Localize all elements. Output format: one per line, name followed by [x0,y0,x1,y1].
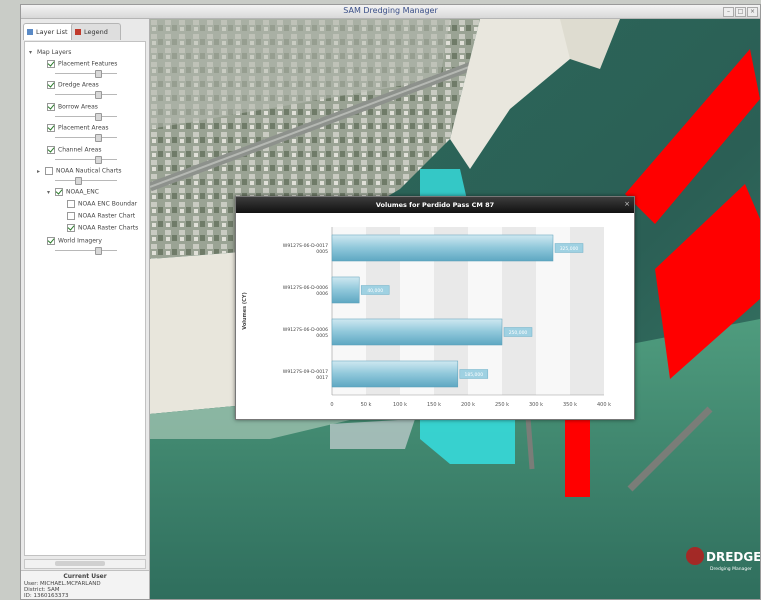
layer-tree: ▾ Map Layers Placement Features Dredge Ar… [24,41,146,556]
logo-text: DREDGE [706,550,760,564]
layer-noaa-raster-charts[interactable]: NOAA Raster Charts [67,224,138,232]
layer-dredge-areas[interactable]: Dredge Areas [47,81,99,89]
layer-noaa-enc-boundary[interactable]: NOAA ENC Boundar [67,200,137,208]
bar [331,234,554,262]
checkbox[interactable] [67,212,75,220]
layer-label: NOAA Raster Charts [78,224,139,232]
current-user-panel: Current User User: MICHAEL.MCFARLAND Dis… [21,570,149,599]
user-id: ID: 1360163373 [24,593,69,599]
x-tick-label: 250 k [495,402,509,408]
volume-chart-popup[interactable]: Volumes for Perdido Pass CM 87 × 0 50 k 10… [235,196,635,420]
bar [331,318,503,346]
x-tick-label: 300 k [529,402,543,408]
layer-channel-areas[interactable]: Channel Areas [47,146,101,154]
category-label-suffix: 0005 [316,333,328,339]
tree-root-label: Map Layers [37,49,72,56]
category-label: W9127S-06-D-0006 [283,285,328,291]
bar-chart: 0 50 k 100 k 150 k 200 k 250 k 300 k 350 k 400 k… [242,227,611,408]
layer-label: Placement Areas [58,124,109,132]
maximize-icon[interactable]: □ [735,7,746,17]
layer-label: NOAA Raster Chart [78,212,136,220]
layer-label: NOAA Nautical Charts [56,167,122,175]
sidebar: Layer List Legend ▾ Map Layers Placement … [21,19,150,599]
layer-world-imagery[interactable]: World Imagery [47,237,102,245]
tab-layer-list-label: Layer List [36,28,68,36]
checkbox[interactable] [47,81,55,89]
chart-title: Volumes for Perdido Pass CM 87 [236,197,634,213]
category-label-suffix: 0005 [316,249,328,255]
collapse-icon[interactable]: ▾ [29,49,37,56]
opacity-slider[interactable] [55,247,117,255]
checkbox[interactable] [45,167,53,175]
layer-label: Placement Features [58,60,118,68]
tab-legend-label: Legend [84,28,108,36]
x-tick-label: 50 k [361,402,372,408]
category-label-suffix: 0017 [316,375,328,381]
tree-root[interactable]: ▾ Map Layers [29,49,71,56]
logo-subtext: Dredging Manager [710,566,752,572]
checkbox[interactable] [47,60,55,68]
layer-placement-areas[interactable]: Placement Areas [47,124,108,132]
checkbox[interactable] [47,124,55,132]
checkbox[interactable] [55,188,63,196]
opacity-slider[interactable] [55,70,117,78]
data-label: 250,000 [509,330,528,336]
checkbox[interactable] [47,103,55,111]
layer-noaa-nautical-charts[interactable]: ▸ NOAA Nautical Charts [37,167,122,175]
checkbox[interactable] [67,224,75,232]
close-icon[interactable]: × [747,7,758,17]
checkbox[interactable] [47,146,55,154]
x-tick-label: 0 [330,402,333,408]
collapse-icon[interactable]: ▾ [47,189,55,196]
x-tick-label: 150 k [427,402,441,408]
checkbox[interactable] [47,237,55,245]
bar [331,276,360,304]
tab-legend[interactable]: Legend [71,23,121,40]
opacity-slider[interactable] [55,134,117,142]
data-label: 185,000 [464,372,483,378]
opacity-slider[interactable] [55,113,117,121]
popup-close-icon[interactable]: × [624,200,630,209]
layer-label: NOAA_ENC [66,188,99,196]
bar [331,360,459,388]
x-tick-label: 100 k [393,402,407,408]
layer-placement-features[interactable]: Placement Features [47,60,117,68]
tree-horizontal-scrollbar[interactable] [24,559,146,569]
opacity-slider[interactable] [55,177,117,185]
data-label: 325,000 [560,246,579,252]
category-label-suffix: 0006 [316,291,328,297]
layer-label: Borrow Areas [58,103,98,111]
y-axis-label: Volumes (CY) [242,292,248,329]
x-tick-label: 200 k [461,402,475,408]
category-label: W9127S-06-D-0017 [283,243,328,249]
title-bar: SAM Dredging Manager – □ × [21,5,760,19]
layer-label: Dredge Areas [58,81,99,89]
legend-icon [75,29,81,35]
layer-label: Channel Areas [58,146,102,154]
checkbox[interactable] [67,200,75,208]
x-tick-label: 350 k [563,402,577,408]
layer-label: World Imagery [58,237,102,245]
category-label: W9127S-09-D-0017 [283,369,328,375]
layer-label: NOAA ENC Boundar [78,200,138,208]
opacity-slider[interactable] [55,91,117,99]
category-label: W9127S-06-D-0006 [283,327,328,333]
sidebar-tabs: Layer List Legend [23,23,147,40]
layer-noaa-raster-chart[interactable]: NOAA Raster Chart [67,212,135,220]
current-user-header: Current User [63,573,107,580]
layer-borrow-areas[interactable]: Borrow Areas [47,103,98,111]
expand-icon[interactable]: ▸ [37,168,45,175]
x-tick-label: 400 k [597,402,611,408]
layer-noaa-enc[interactable]: ▾ NOAA_ENC [47,188,99,196]
window-title: SAM Dredging Manager [343,6,438,15]
opacity-slider[interactable] [55,156,117,164]
minimize-icon[interactable]: – [723,7,734,17]
data-label: 40,000 [367,288,383,294]
layers-icon [27,29,33,35]
